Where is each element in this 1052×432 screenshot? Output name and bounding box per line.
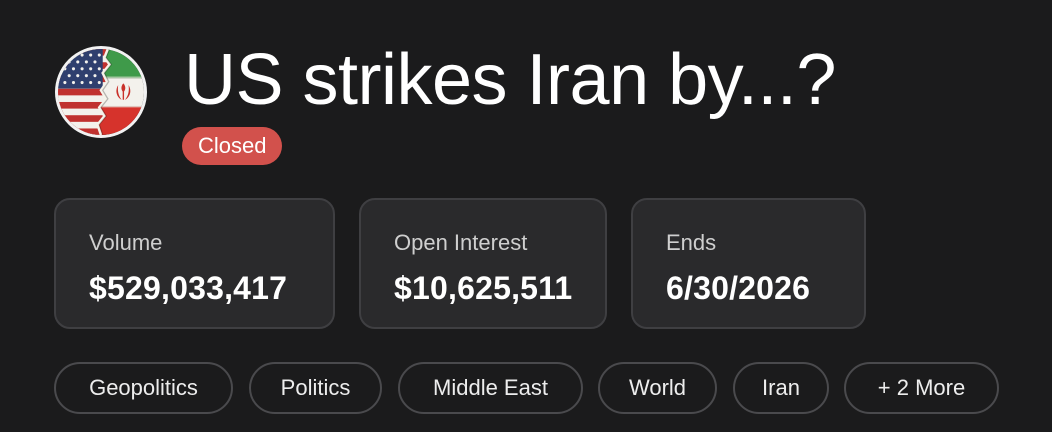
tag-iran[interactable]: Iran bbox=[733, 362, 829, 414]
market-header: US strikes Iran by...? Closed Volume $52… bbox=[0, 0, 1052, 432]
stat-label: Volume bbox=[89, 230, 163, 255]
stat-value: $529,033,417 bbox=[89, 270, 288, 306]
stat-value: $10,625,511 bbox=[394, 270, 573, 306]
more-tags-button[interactable]: + 2 More bbox=[844, 362, 999, 414]
tag-politics[interactable]: Politics bbox=[249, 362, 382, 414]
page-title: US strikes Iran by...? bbox=[184, 40, 836, 120]
tag-world[interactable]: World bbox=[598, 362, 717, 414]
stat-label: Open Interest bbox=[394, 230, 528, 255]
stat-card-volume: Volume $529,033,417 bbox=[54, 198, 335, 329]
us-iran-flags-icon bbox=[55, 46, 147, 138]
tag-geopolitics[interactable]: Geopolitics bbox=[54, 362, 233, 414]
stat-label: Ends bbox=[666, 230, 717, 255]
tag-middle-east[interactable]: Middle East bbox=[398, 362, 583, 414]
status-badge: Closed bbox=[182, 127, 283, 165]
stat-value: 6/30/2026 bbox=[666, 270, 811, 306]
stat-card-open-interest: Open Interest $10,625,511 bbox=[359, 198, 607, 329]
stat-card-ends: Ends 6/30/2026 bbox=[631, 198, 866, 329]
